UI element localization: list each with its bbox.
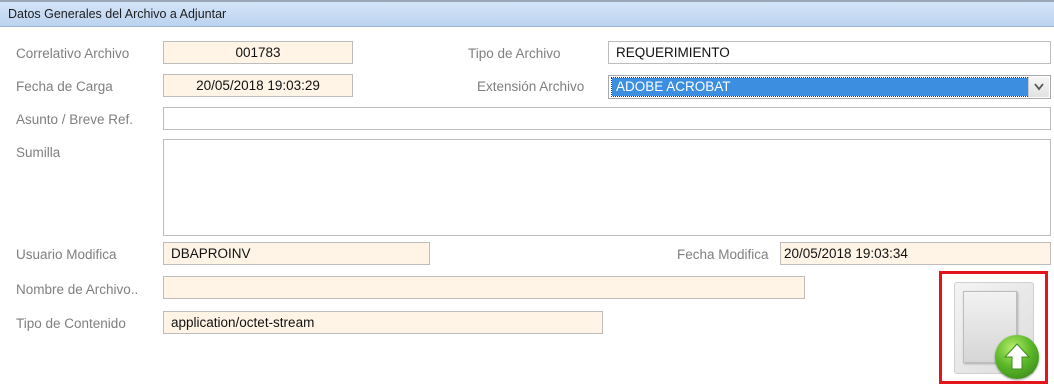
upload-button[interactable] [954, 282, 1039, 379]
sumilla-label: Sumilla [16, 145, 61, 160]
asunto-field[interactable] [163, 107, 1051, 130]
tipo-contenido-field: application/octet-stream [163, 311, 603, 334]
usuario-modifica-field: DBAPROINV [163, 242, 430, 265]
nombre-archivo-label: Nombre de Archivo.. [16, 282, 139, 297]
fecha-modifica-label: Fecha Modifica [677, 247, 769, 262]
fecha-carga-field: 20/05/2018 19:03:29 [163, 74, 353, 97]
upload-arrow-icon [995, 335, 1039, 379]
correlativo-field: 001783 [163, 41, 353, 64]
section-header: Datos Generales del Archivo a Adjuntar [0, 0, 1054, 27]
chevron-down-icon[interactable] [1028, 77, 1049, 97]
extension-select[interactable]: ADOBE ACROBAT [608, 75, 1051, 99]
fecha-modifica-field: 20/05/2018 19:03:34 [780, 242, 1051, 265]
fecha-carga-label: Fecha de Carga [16, 79, 113, 94]
usuario-modifica-label: Usuario Modifica [16, 247, 117, 262]
correlativo-label: Correlativo Archivo [16, 46, 130, 61]
sumilla-textarea[interactable] [163, 139, 1051, 236]
upload-highlight-frame [939, 271, 1048, 384]
extension-selected-value: ADOBE ACROBAT [611, 77, 1032, 97]
section-title: Datos Generales del Archivo a Adjuntar [8, 7, 227, 21]
tipo-archivo-field[interactable]: REQUERIMIENTO [608, 41, 1051, 64]
nombre-archivo-field [163, 276, 805, 299]
tipo-contenido-label: Tipo de Contenido [16, 316, 126, 331]
tipo-archivo-label: Tipo de Archivo [468, 46, 561, 61]
asunto-label: Asunto / Breve Ref. [16, 112, 134, 127]
extension-label: Extensión Archivo [477, 79, 585, 94]
